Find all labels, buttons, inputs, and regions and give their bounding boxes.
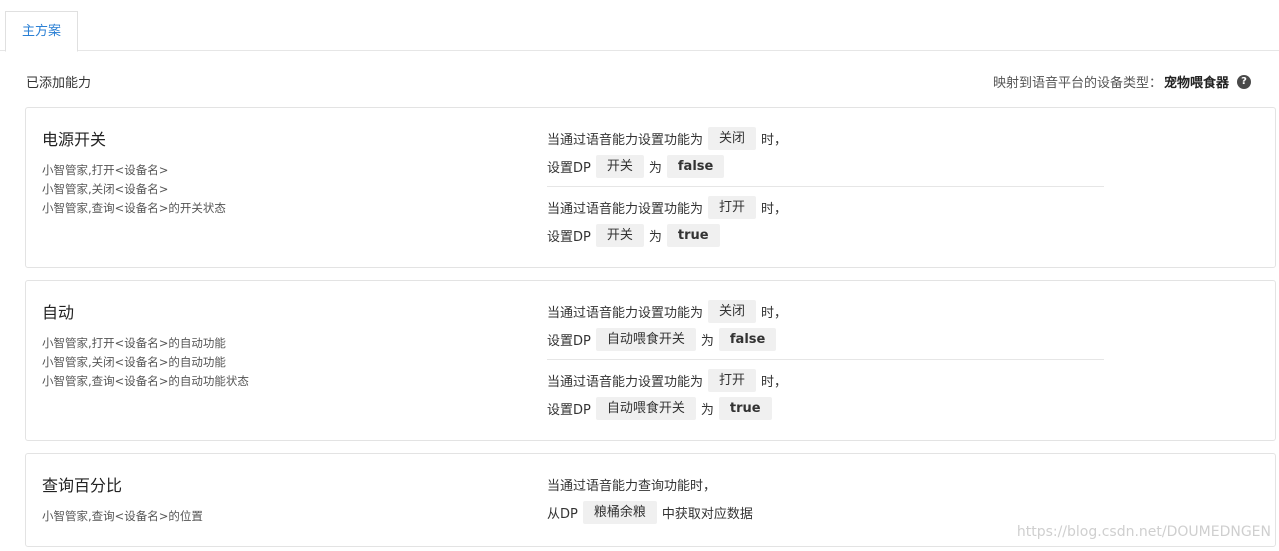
dp-value-tag: true	[666, 223, 720, 247]
capability-name: 电源开关	[42, 130, 107, 149]
capability-name: 查询百分比	[42, 476, 123, 495]
device-type-label: 映射到语音平台的设备类型：	[992, 76, 1162, 91]
device-type-value: 宠物喂食器	[1163, 76, 1229, 91]
rule-when-text: 当通过语音能力设置功能为	[547, 374, 704, 390]
utterance-item: 小智管家,打开<设备名>的自动功能	[42, 336, 226, 350]
mapping-rules: 当通过语音能力设置功能为 关闭 时， 设置DP 自动喂食开关 为 false 当…	[547, 297, 1104, 428]
rule-as-text: 为	[648, 160, 662, 176]
capability-card-auto: 自动 小智管家,打开<设备名>的自动功能 小智管家,关闭<设备名>的自动功能 小…	[25, 280, 1276, 441]
capability-card-power-switch: 电源开关 小智管家,打开<设备名> 小智管家,关闭<设备名> 小智管家,查询<设…	[25, 107, 1276, 268]
utterance-item: 小智管家,关闭<设备名>	[42, 182, 169, 196]
mapping-rule: 当通过语音能力设置功能为 打开 时， 设置DP 开关 为 true	[547, 186, 1104, 255]
rule-when-text: 当通过语音能力设置功能为	[547, 132, 704, 148]
dp-tag: 开关	[595, 223, 644, 247]
utterance-item: 小智管家,查询<设备名>的开关状态	[42, 201, 226, 215]
rule-when-text: 当通过语音能力设置功能为	[547, 305, 704, 321]
mapping-rule: 当通过语音能力设置功能为 关闭 时， 设置DP 自动喂食开关 为 false	[547, 297, 1104, 359]
rule-set-text: 设置DP	[547, 402, 591, 418]
dp-tag: 自动喂食开关	[595, 396, 696, 420]
rule-when-suffix: 时，	[761, 132, 788, 148]
section-title: 已添加能力	[26, 76, 92, 91]
rule-when-suffix: 时，	[761, 374, 788, 390]
dp-tag: 开关	[595, 154, 644, 178]
utterance-item: 小智管家,查询<设备名>的位置	[42, 509, 203, 523]
query-when-text: 当通过语音能力查询功能时，	[547, 478, 717, 494]
dp-value-tag: true	[718, 396, 772, 420]
device-type-mapping: 映射到语音平台的设备类型： 宠物喂食器 ?	[993, 72, 1251, 91]
query-rule: 当通过语音能力查询功能时， 从DP 粮桶余粮 中获取对应数据	[547, 470, 1104, 532]
query-from-text: 从DP	[547, 506, 578, 522]
rule-as-text: 为	[700, 333, 714, 349]
function-value-tag: 关闭	[708, 299, 757, 323]
mapping-rules: 当通过语音能力查询功能时， 从DP 粮桶余粮 中获取对应数据	[547, 470, 1104, 532]
rule-when-suffix: 时，	[761, 305, 788, 321]
function-value-tag: 关闭	[708, 126, 757, 150]
rule-when-text: 当通过语音能力设置功能为	[547, 201, 704, 217]
watermark: https://blog.csdn.net/DOUMEDNGEN	[1016, 524, 1271, 540]
help-icon[interactable]: ?	[1237, 74, 1251, 89]
dp-tag: 自动喂食开关	[595, 327, 696, 351]
capability-info: 电源开关 小智管家,打开<设备名> 小智管家,关闭<设备名> 小智管家,查询<设…	[42, 126, 226, 218]
rule-as-text: 为	[700, 402, 714, 418]
tab-main-plan[interactable]: 主方案	[5, 11, 78, 52]
utterance-item: 小智管家,关闭<设备名>的自动功能	[42, 355, 226, 369]
mapping-rule: 当通过语音能力设置功能为 打开 时， 设置DP 自动喂食开关 为 true	[547, 359, 1104, 428]
rule-set-text: 设置DP	[547, 160, 591, 176]
query-suffix-text: 中获取对应数据	[661, 506, 753, 522]
capability-info: 查询百分比 小智管家,查询<设备名>的位置	[42, 472, 203, 526]
rule-as-text: 为	[648, 229, 662, 245]
tab-bar: 主方案	[0, 0, 1279, 52]
dp-value-tag: false	[718, 327, 777, 351]
rule-when-suffix: 时，	[761, 201, 788, 217]
capability-name: 自动	[42, 303, 75, 322]
rule-set-text: 设置DP	[547, 229, 591, 245]
function-value-tag: 打开	[708, 368, 757, 392]
capability-info: 自动 小智管家,打开<设备名>的自动功能 小智管家,关闭<设备名>的自动功能 小…	[42, 299, 249, 391]
rule-set-text: 设置DP	[547, 333, 591, 349]
utterance-item: 小智管家,查询<设备名>的自动功能状态	[42, 374, 249, 388]
mapping-rule: 当通过语音能力设置功能为 关闭 时， 设置DP 开关 为 false	[547, 124, 1104, 186]
mapping-rules: 当通过语音能力设置功能为 关闭 时， 设置DP 开关 为 false 当通过语音…	[547, 124, 1104, 255]
dp-tag: 粮桶余粮	[582, 500, 657, 524]
utterance-item: 小智管家,打开<设备名>	[42, 163, 169, 177]
function-value-tag: 打开	[708, 195, 757, 219]
dp-value-tag: false	[666, 154, 725, 178]
